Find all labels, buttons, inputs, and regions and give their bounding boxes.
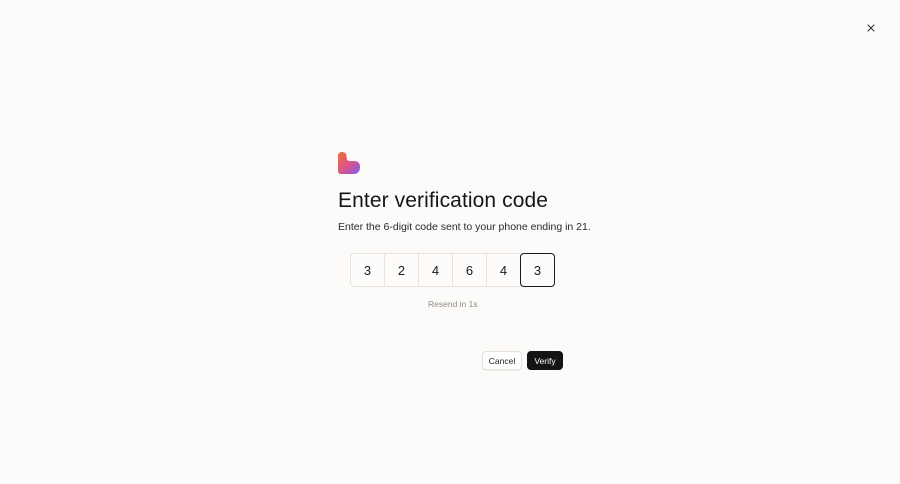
cancel-button[interactable]: Cancel [482, 351, 522, 370]
code-digit-4[interactable]: 6 [452, 253, 486, 287]
verification-code-input: 3 2 4 6 4 3 [350, 253, 555, 287]
close-button[interactable] [864, 21, 878, 35]
resend-timer: Resend in 1s [428, 299, 478, 309]
code-digit-3[interactable]: 4 [418, 253, 452, 287]
code-digit-1[interactable]: 3 [350, 253, 384, 287]
verification-page: Enter verification code Enter the 6-digi… [0, 0, 900, 484]
code-digit-6[interactable]: 3 [520, 253, 555, 287]
instruction-text: Enter the 6-digit code sent to your phon… [338, 221, 591, 233]
verify-button[interactable]: Verify [527, 351, 563, 370]
code-digit-2[interactable]: 2 [384, 253, 418, 287]
heart-logo [338, 152, 360, 174]
close-icon [867, 24, 875, 32]
page-title: Enter verification code [338, 189, 549, 212]
code-digit-5[interactable]: 4 [486, 253, 520, 287]
